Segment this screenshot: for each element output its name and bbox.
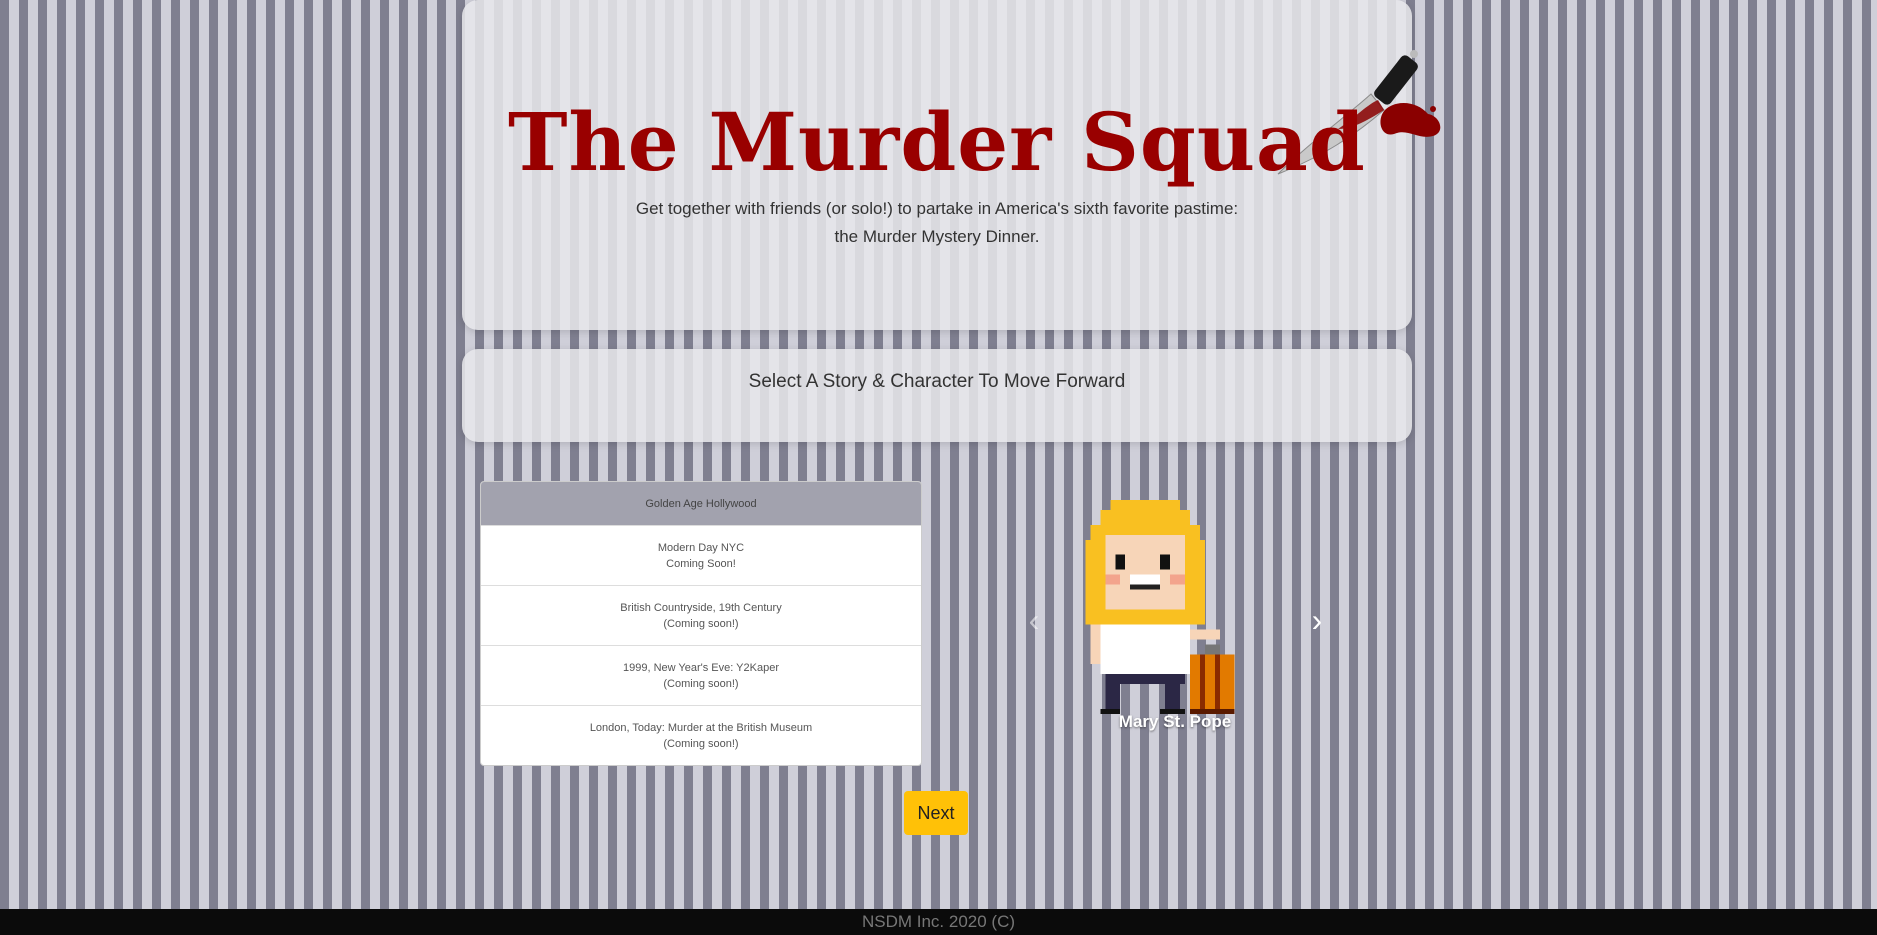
tagline-line-2: the Murder Mystery Dinner. <box>834 227 1040 246</box>
story-item-golden-age-hollywood[interactable]: Golden Age Hollywood <box>481 482 921 526</box>
tagline: Get together with friends (or solo!) to … <box>462 195 1412 251</box>
title-area: The Murder Squad <box>508 50 1441 194</box>
story-status: (Coming soon!) <box>663 737 739 750</box>
site-title: The Murder Squad <box>508 95 1366 189</box>
character-carousel: ‹ Mary St. Pope › <box>1010 480 1340 745</box>
instructions-text: Select A Story & Character To Move Forwa… <box>748 371 1126 392</box>
story-status: Coming Soon! <box>666 557 736 570</box>
footer: NSDM Inc. 2020 (C) <box>0 909 1877 935</box>
carousel-next-button[interactable]: › <box>1297 600 1337 640</box>
story-title: Modern Day NYC <box>657 541 745 554</box>
chevron-left-icon: ‹ <box>1028 601 1040 638</box>
story-title: British Countryside, 19th Century <box>620 601 782 614</box>
story-item-y2kaper[interactable]: 1999, New Year's Eve: Y2Kaper (Coming so… <box>481 646 921 706</box>
story-title: Golden Age Hollywood <box>645 497 757 510</box>
character-sprite <box>1085 500 1235 714</box>
story-status: (Coming soon!) <box>663 617 739 630</box>
story-item-british-countryside[interactable]: British Countryside, 19th Century (Comin… <box>481 586 921 646</box>
header-panel: The Murder Squad Get together with frien… <box>462 0 1441 330</box>
tagline-line-1: Get together with friends (or solo!) to … <box>635 199 1239 218</box>
story-item-british-museum[interactable]: London, Today: Murder at the British Mus… <box>481 706 921 765</box>
story-title: London, Today: Murder at the British Mus… <box>589 721 813 734</box>
character-name: Mary St. Pope <box>1118 712 1232 731</box>
story-item-modern-day-nyc[interactable]: Modern Day NYC Coming Soon! <box>481 526 921 586</box>
story-title: 1999, New Year's Eve: Y2Kaper <box>622 661 779 674</box>
carousel-prev-button[interactable]: ‹ <box>1014 600 1054 640</box>
story-list: Golden Age Hollywood Modern Day NYC Comi… <box>480 481 922 766</box>
footer-copyright: NSDM Inc. 2020 (C) <box>861 912 1016 931</box>
instructions-panel: Select A Story & Character To Move Forwa… <box>462 349 1412 442</box>
story-status: (Coming soon!) <box>663 677 739 690</box>
next-button[interactable]: Next <box>904 791 968 835</box>
chevron-right-icon: › <box>1311 601 1323 638</box>
